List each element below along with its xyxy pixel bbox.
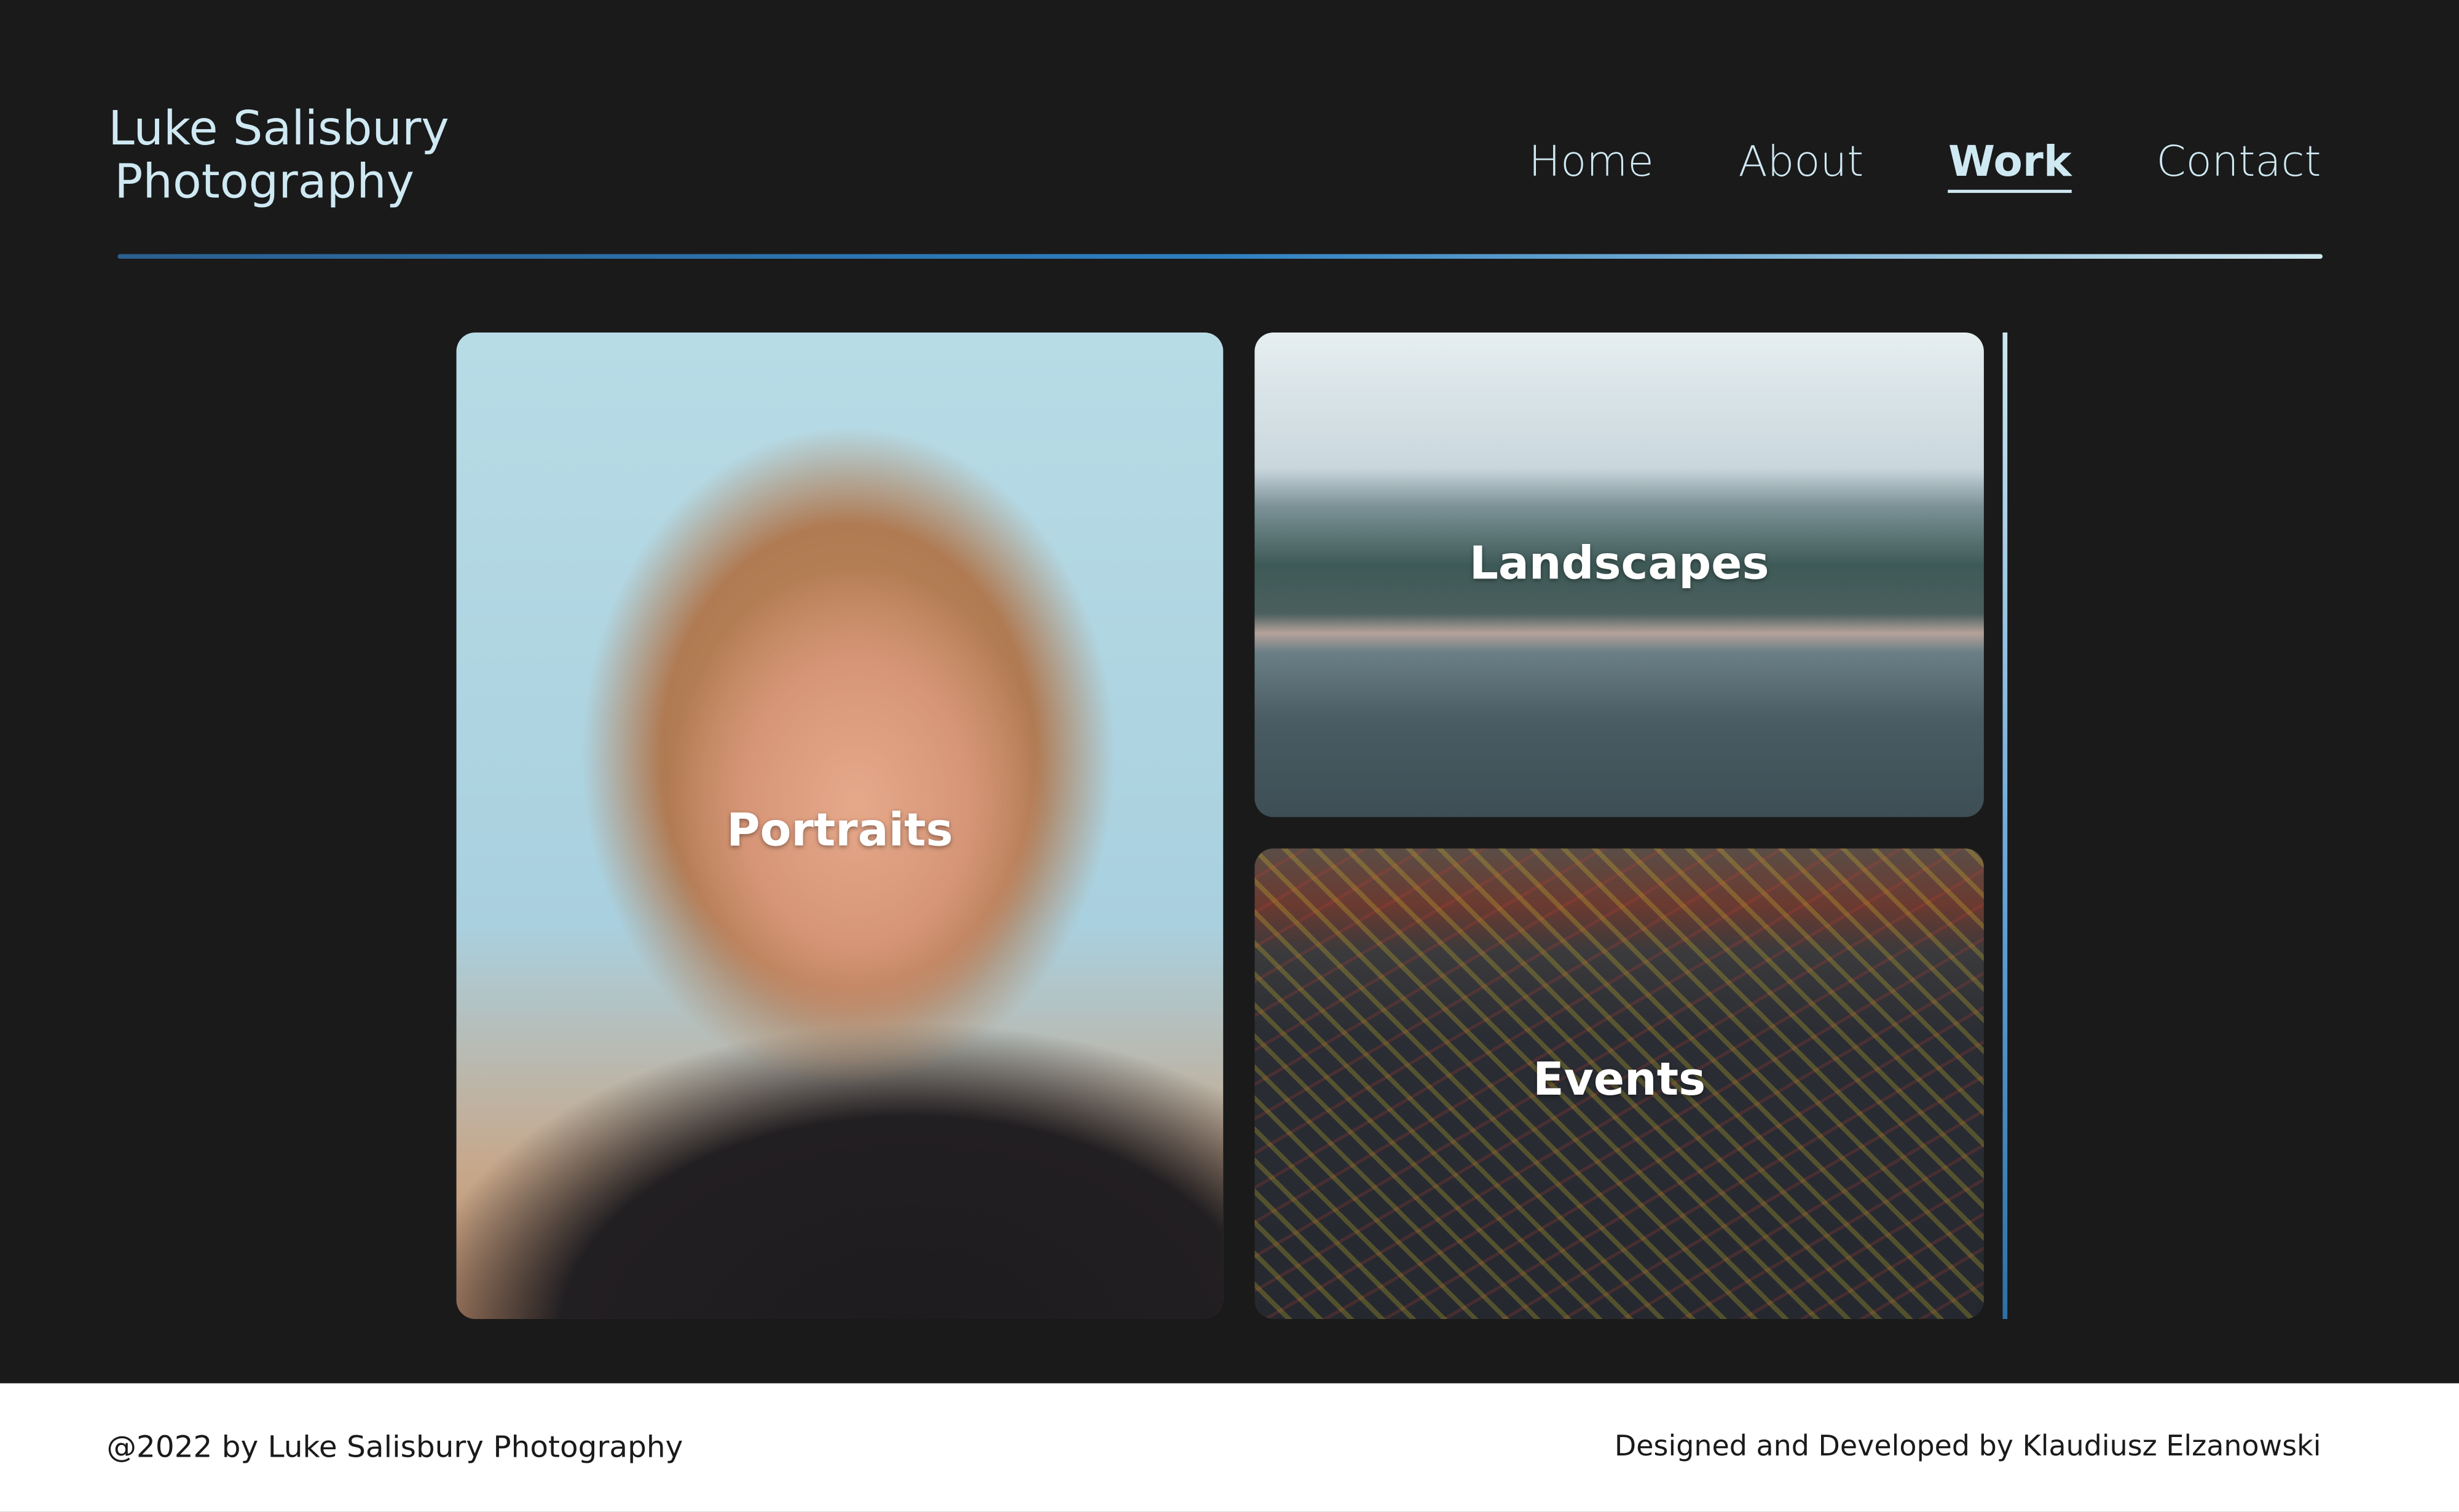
portraits-card[interactable]: Portraits	[456, 332, 1224, 1319]
landscapes-card[interactable]: Landscapes	[1254, 332, 1984, 817]
events-card[interactable]: Events	[1254, 848, 1984, 1319]
landscapes-label: Landscapes	[1469, 536, 1769, 590]
logo-line-1: Luke Salisbury	[108, 101, 449, 157]
logo[interactable]: Luke Salisbury Photography	[108, 103, 449, 210]
footer: @2022 by Luke Salisbury Photography Desi…	[0, 1383, 2459, 1512]
page: Luke Salisbury Photography Home About Wo…	[0, 0, 2459, 1512]
nav-work[interactable]: Work	[1948, 138, 2072, 193]
events-label: Events	[1533, 1052, 1706, 1106]
nav-contact[interactable]: Contact	[2156, 138, 2321, 187]
portraits-label: Portraits	[726, 803, 953, 857]
header-divider	[117, 254, 2323, 259]
gallery-scrollbar[interactable]	[2002, 332, 2008, 1319]
footer-copyright: @2022 by Luke Salisbury Photography	[106, 1430, 683, 1465]
footer-credit: Designed and Developed by Klaudiusz Elza…	[1614, 1430, 2321, 1463]
nav-home[interactable]: Home	[1529, 138, 1653, 187]
logo-line-2: Photography	[114, 155, 415, 210]
main-nav: Home About Work Contact	[1529, 138, 2321, 193]
nav-about[interactable]: About	[1739, 138, 1864, 187]
